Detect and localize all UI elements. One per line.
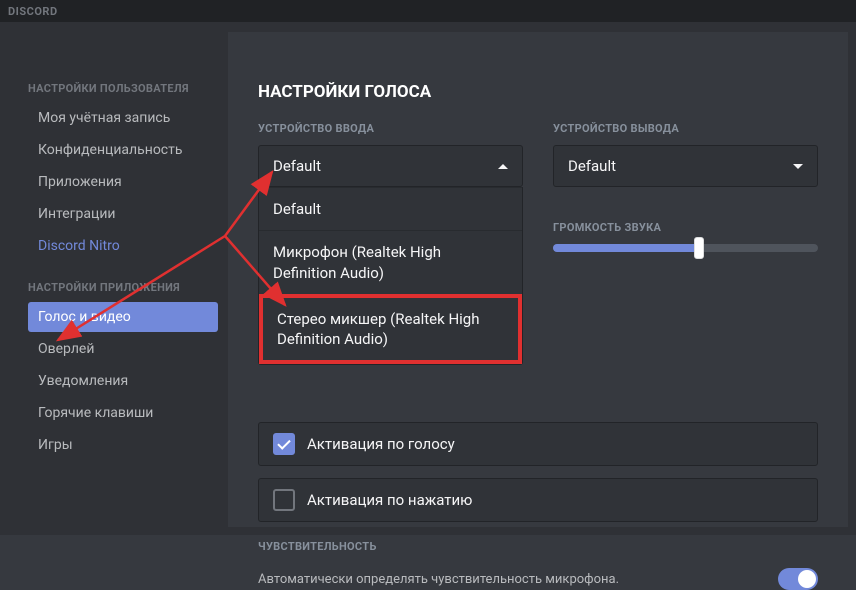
- output-device-label: УСТРОЙСТВО ВЫВОДА: [553, 122, 818, 135]
- input-device-select[interactable]: Default: [258, 145, 523, 187]
- sidebar: НАСТРОЙКИ ПОЛЬЗОВАТЕЛЯ Моя учётная запис…: [8, 32, 228, 527]
- activation-by-voice[interactable]: Активация по голосу: [258, 422, 818, 466]
- sidebar-item-notifications[interactable]: Уведомления: [28, 366, 218, 396]
- dropdown-option-default[interactable]: Default: [259, 187, 522, 230]
- output-volume-slider[interactable]: [553, 244, 818, 252]
- input-device-dropdown: Default Микрофон (Realtek High Definitio…: [258, 187, 523, 365]
- output-volume-label: ГРОМКОСТЬ ЗВУКА: [553, 221, 818, 234]
- toggle-thumb: [798, 570, 816, 588]
- activation-by-push[interactable]: Активация по нажатию: [258, 478, 818, 522]
- sidebar-item-integrations[interactable]: Интеграции: [28, 199, 218, 229]
- sidebar-item-account[interactable]: Моя учётная запись: [28, 103, 218, 133]
- main-panel: НАСТРОЙКИ ГОЛОСА УСТРОЙСТВО ВВОДА Defaul…: [228, 32, 848, 527]
- slider-thumb[interactable]: [694, 237, 704, 259]
- titlebar: DISCORD: [0, 0, 856, 22]
- sidebar-app-header: НАСТРОЙКИ ПРИЛОЖЕНИЯ: [28, 281, 218, 294]
- dropdown-option-stereo-mix[interactable]: Стерео микшер (Realtek High Definition A…: [259, 294, 522, 365]
- checkmark-icon: [277, 436, 290, 449]
- sidebar-item-apps[interactable]: Приложения: [28, 167, 218, 197]
- sidebar-user-header: НАСТРОЙКИ ПОЛЬЗОВАТЕЛЯ: [28, 82, 218, 95]
- checkbox-push[interactable]: [273, 489, 295, 511]
- input-device-value: Default: [273, 157, 321, 175]
- input-device-label: УСТРОЙСТВО ВВОДА: [258, 122, 523, 135]
- output-device-value: Default: [568, 157, 616, 175]
- page-title: НАСТРОЙКИ ГОЛОСА: [258, 82, 818, 102]
- activation-push-label: Активация по нажатию: [307, 491, 472, 509]
- sidebar-item-privacy[interactable]: Конфиденциальность: [28, 135, 218, 165]
- sidebar-item-nitro[interactable]: Discord Nitro: [28, 231, 218, 261]
- activation-voice-label: Активация по голосу: [307, 435, 455, 453]
- dropdown-option-microphone[interactable]: Микрофон (Realtek High Definition Audio): [259, 230, 522, 294]
- caret-down-icon: [793, 164, 803, 169]
- sidebar-item-games[interactable]: Игры: [28, 430, 218, 460]
- output-device-select[interactable]: Default: [553, 145, 818, 187]
- checkbox-voice[interactable]: [273, 433, 295, 455]
- sensitivity-label: ЧУВСТВИТЕЛЬНОСТЬ: [258, 540, 818, 553]
- sidebar-item-voice-video[interactable]: Голос и видео: [28, 302, 218, 332]
- content-wrapper: НАСТРОЙКИ ПОЛЬЗОВАТЕЛЯ Моя учётная запис…: [0, 22, 856, 535]
- sensitivity-text: Автоматически определять чувствительност…: [258, 572, 619, 587]
- sidebar-item-overlay[interactable]: Оверлей: [28, 334, 218, 364]
- app-logo: DISCORD: [8, 5, 58, 18]
- caret-up-icon: [498, 164, 508, 169]
- sensitivity-toggle[interactable]: [778, 568, 818, 590]
- sidebar-item-hotkeys[interactable]: Горячие клавиши: [28, 398, 218, 428]
